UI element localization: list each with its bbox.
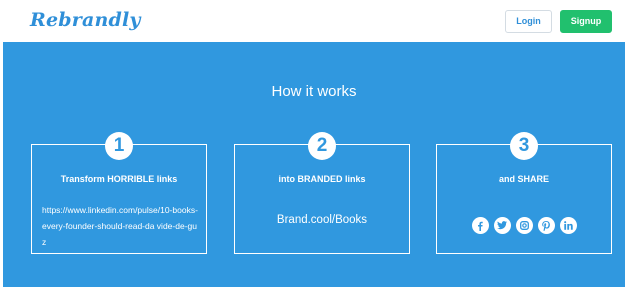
how-it-works-section: How it works 1 Transform HORRIBLE links … bbox=[3, 42, 625, 287]
pinterest-icon[interactable] bbox=[537, 217, 555, 234]
linkedin-icon[interactable] bbox=[559, 217, 577, 234]
social-share-row bbox=[437, 217, 611, 234]
long-url-text: https://www.linkedin.com/pulse/10-books-… bbox=[42, 205, 198, 247]
step-number-3: 3 bbox=[510, 132, 538, 160]
branded-link-text: Brand.cool/Books bbox=[276, 214, 368, 226]
step-number-1: 1 bbox=[105, 132, 133, 160]
step-heading-1: Transform HORRIBLE links bbox=[60, 174, 178, 184]
instagram-icon[interactable] bbox=[515, 217, 533, 234]
step-number-2: 2 bbox=[308, 132, 336, 160]
facebook-icon[interactable] bbox=[471, 217, 489, 234]
rebrandly-logo[interactable]: Rebrandly bbox=[30, 9, 141, 31]
step-card-2: 2 into BRANDED links Brand.cool/Books bbox=[234, 132, 410, 254]
login-button[interactable]: Login bbox=[505, 10, 552, 33]
top-header: Rebrandly Login Signup bbox=[0, 0, 628, 42]
step-heading-3: and SHARE bbox=[498, 174, 549, 184]
twitter-icon[interactable] bbox=[493, 217, 511, 234]
signup-button[interactable]: Signup bbox=[560, 10, 612, 33]
step-card-1: 1 Transform HORRIBLE links https://www.l… bbox=[31, 132, 207, 254]
step-card-3: 3 and SHARE bbox=[436, 132, 612, 254]
section-title: How it works bbox=[271, 83, 357, 100]
step-heading-2: into BRANDED links bbox=[278, 174, 366, 184]
